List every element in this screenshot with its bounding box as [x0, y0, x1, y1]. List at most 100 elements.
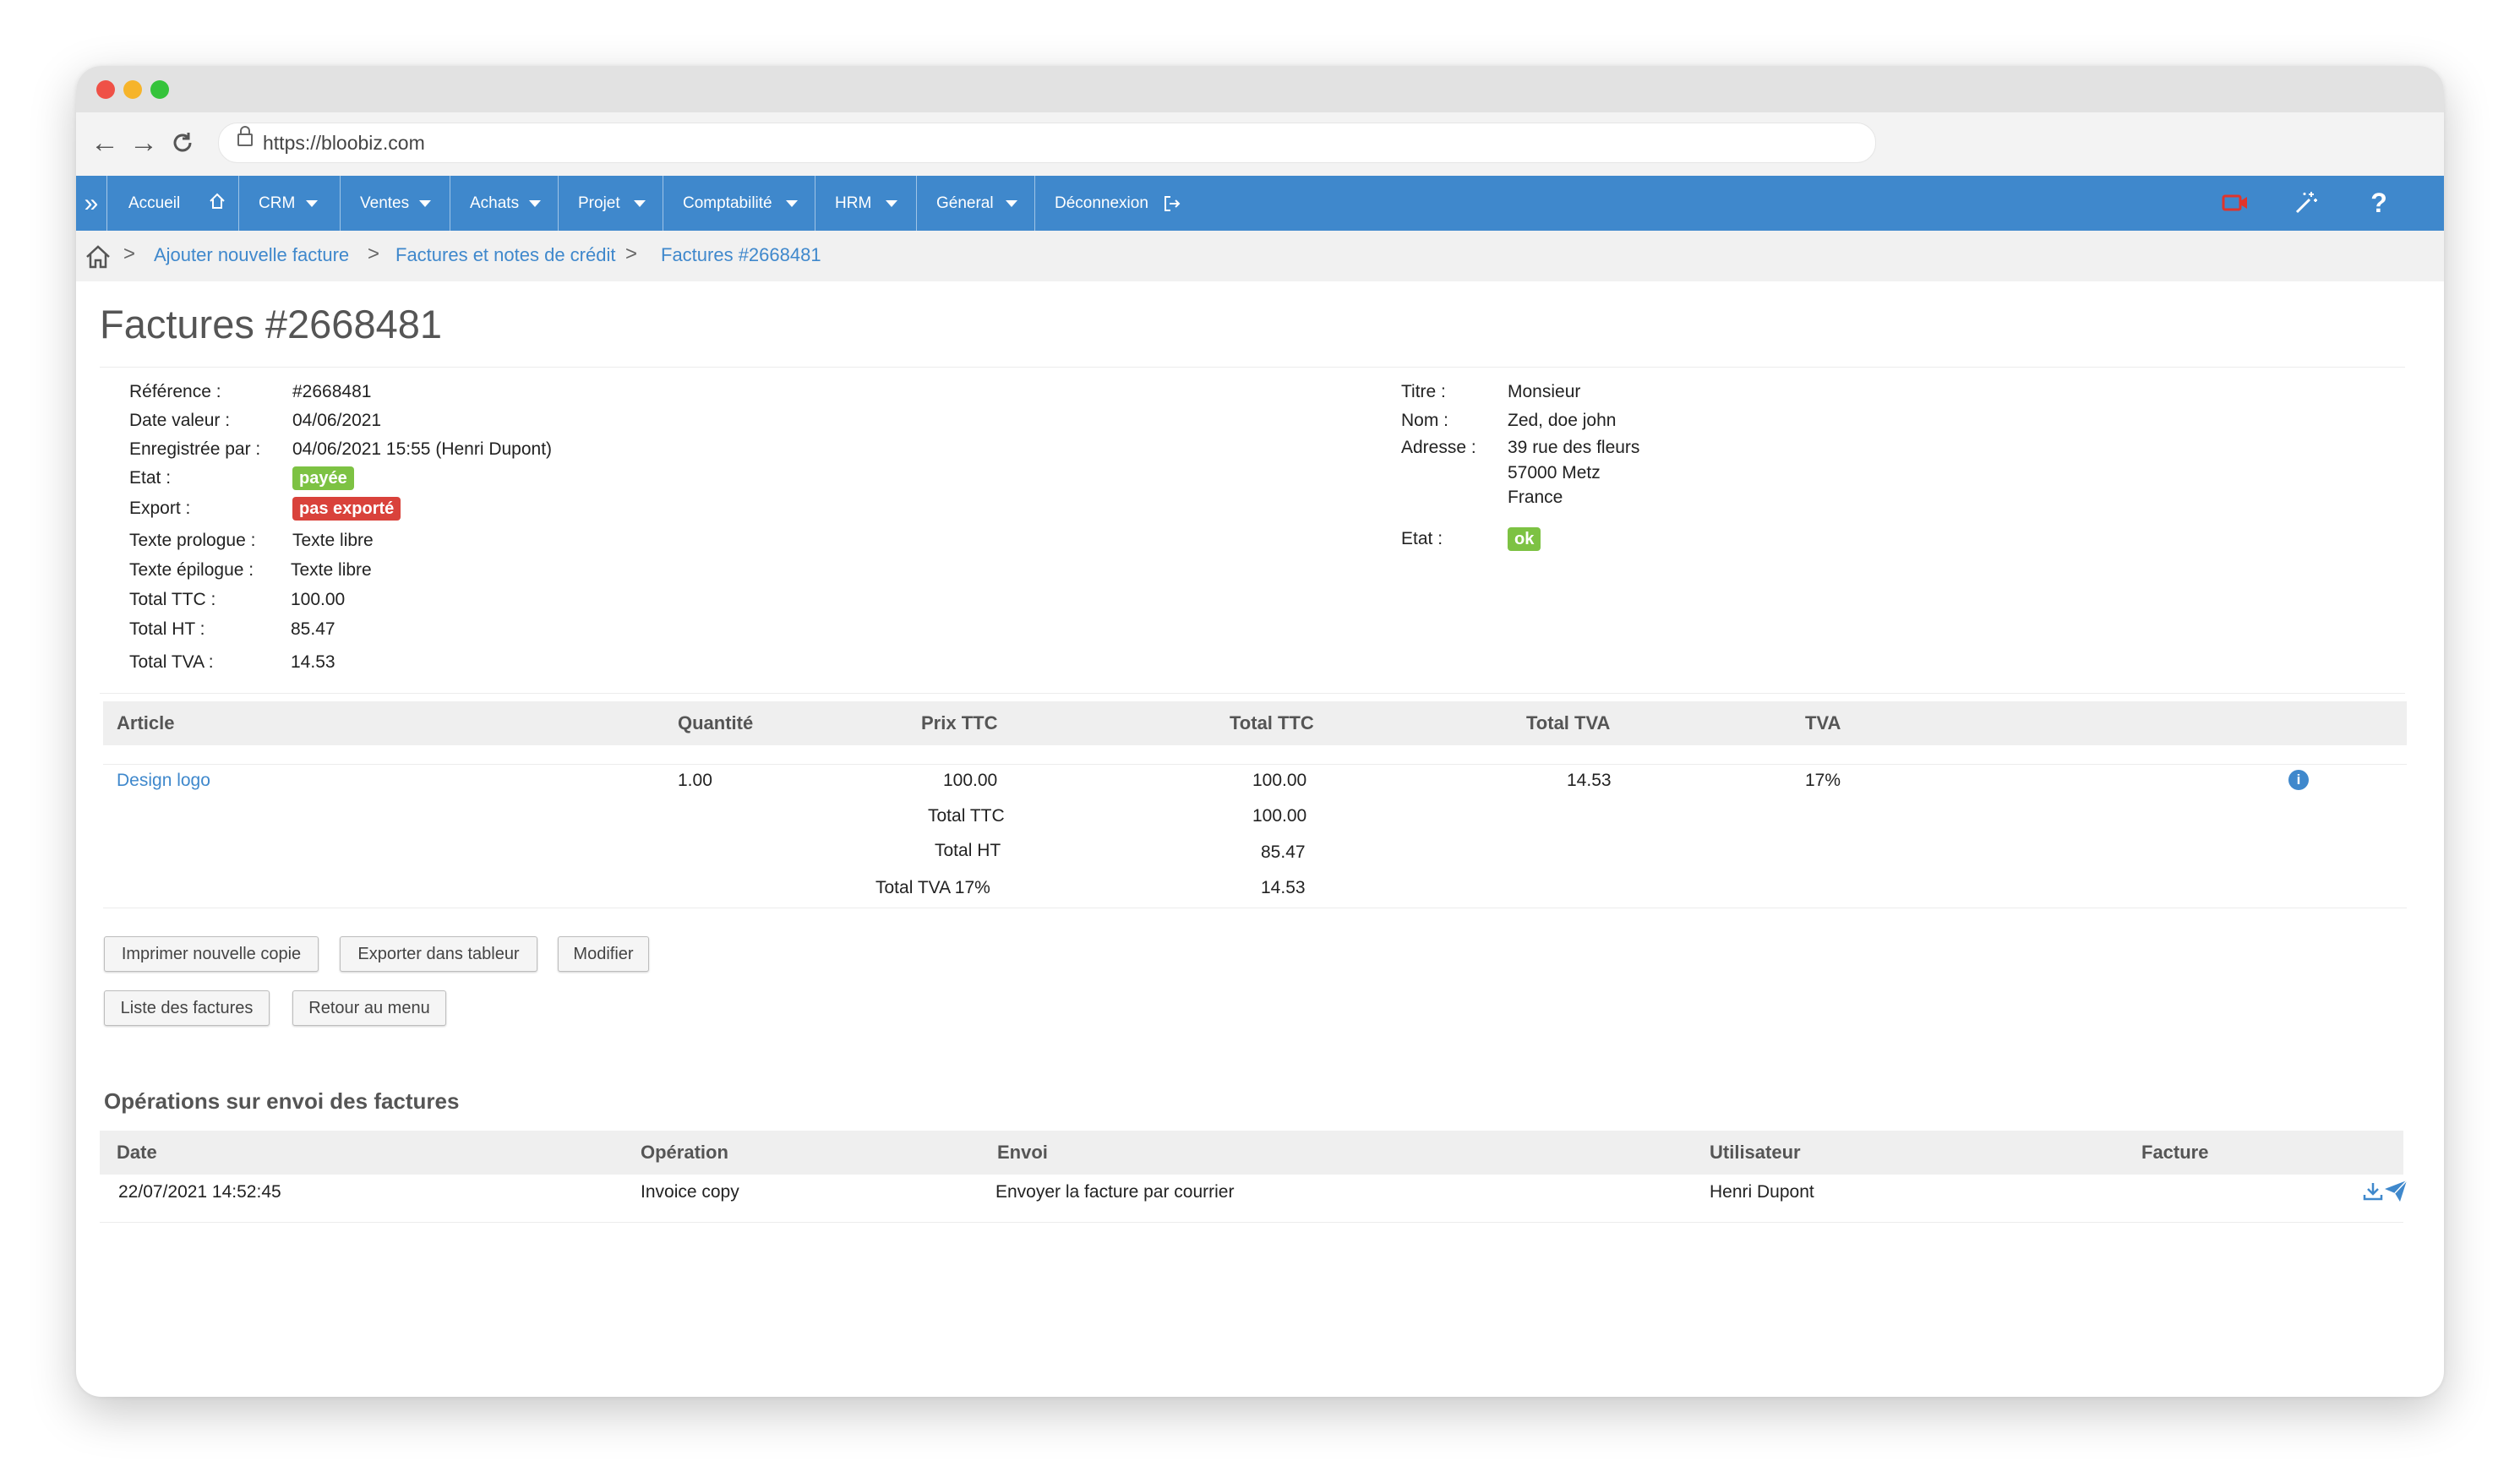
column-header: Facture — [2141, 1142, 2209, 1163]
nav-item-general[interactable]: Géneral — [916, 176, 1035, 231]
nav-item-crm[interactable]: CRM — [238, 176, 341, 231]
nav-item-projet[interactable]: Projet — [558, 176, 663, 231]
browser-toolbar: ← → https://bloobiz.com — [76, 112, 2444, 178]
detail-label: Enregistrée par : — [129, 439, 261, 459]
maximize-window-button[interactable] — [150, 80, 169, 99]
home-icon[interactable] — [85, 244, 112, 270]
divider — [100, 693, 2405, 694]
nav-item-label: Projet — [578, 194, 620, 212]
chevron-down-icon — [529, 200, 541, 207]
quantity-cell: 1.00 — [678, 771, 712, 790]
epilogue-value: Texte libre — [291, 560, 372, 580]
info-icon[interactable]: i — [2288, 770, 2309, 790]
chevron-down-icon — [306, 200, 318, 207]
name-value: Zed, doe john — [1508, 411, 1617, 430]
download-icon[interactable] — [2361, 1180, 2385, 1203]
divider — [100, 367, 2405, 368]
nav-item-hrm[interactable]: HRM — [815, 176, 917, 231]
column-header: Total TTC — [1230, 712, 1314, 733]
operations-table-header — [100, 1131, 2403, 1175]
breadcrumb-link-add-invoice[interactable]: Ajouter nouvelle facture — [154, 244, 349, 266]
column-header: Quantité — [678, 712, 754, 733]
total-ht-value: 85.47 — [291, 619, 335, 639]
nav-item-comptabilite[interactable]: Comptabilité — [663, 176, 815, 231]
help-icon[interactable]: ? — [2358, 176, 2400, 231]
detail-label: Etat : — [1401, 529, 1443, 548]
total-label: Total HT — [935, 841, 1001, 860]
column-header: Article — [117, 712, 175, 733]
modify-button[interactable]: Modifier — [558, 936, 649, 972]
breadcrumb-link-invoices[interactable]: Factures et notes de crédit — [395, 244, 615, 266]
close-window-button[interactable] — [96, 80, 115, 99]
prologue-value: Texte libre — [292, 531, 374, 550]
detail-label: Total TTC : — [129, 590, 216, 609]
browser-window: ← → https://bloobiz.com » Accueil CRM Ve… — [76, 66, 2444, 1397]
total-label: Total TTC — [928, 806, 1005, 826]
column-header: Utilisateur — [1710, 1142, 1801, 1163]
nav-item-label: HRM — [835, 194, 872, 212]
back-arrow-icon[interactable]: ← — [86, 124, 123, 161]
url-text: https://bloobiz.com — [263, 132, 425, 154]
home-icon — [210, 193, 225, 209]
breadcrumb-current[interactable]: Factures #2668481 — [661, 244, 821, 266]
divider — [103, 764, 2407, 765]
nav-item-label: Achats — [470, 194, 520, 212]
total-value: 14.53 — [1261, 878, 1306, 897]
chevron-down-icon — [419, 200, 431, 207]
nav-item-label: Géneral — [936, 194, 994, 212]
breadcrumb-separator-icon: > — [368, 243, 380, 265]
operation-date-cell: 22/07/2021 14:52:45 — [118, 1182, 281, 1202]
article-link[interactable]: Design logo — [117, 771, 210, 791]
column-header: TVA — [1805, 712, 1841, 733]
export-spreadsheet-button[interactable]: Exporter dans tableur — [340, 936, 537, 972]
nav-item-ventes[interactable]: Ventes — [340, 176, 450, 231]
column-header: Date — [117, 1142, 157, 1163]
title-value: Monsieur — [1508, 382, 1581, 401]
nav-item-deconnexion[interactable]: Déconnexion — [1034, 176, 1186, 231]
recorded-by-value: 04/06/2021 15:55 (Henri Dupont) — [292, 439, 553, 459]
total-value: 100.00 — [1252, 806, 1307, 826]
detail-label: Nom : — [1401, 411, 1449, 430]
nav-item-label: Accueil — [128, 194, 181, 212]
nav-item-accueil[interactable]: Accueil — [106, 176, 239, 231]
customer-status-badge: ok — [1508, 527, 1541, 551]
breadcrumb: > Ajouter nouvelle facture > Factures et… — [76, 231, 2444, 281]
lock-icon — [237, 126, 253, 146]
column-header: Envoi — [997, 1142, 1048, 1163]
nav-item-achats[interactable]: Achats — [450, 176, 559, 231]
column-header: Prix TTC — [921, 712, 998, 733]
detail-label: Etat : — [129, 468, 172, 488]
menu-toggle-button[interactable]: » — [76, 176, 107, 231]
total-ttc-cell: 100.00 — [1252, 771, 1307, 790]
send-icon[interactable] — [2383, 1178, 2408, 1203]
operations-section-title: Opérations sur envoi des factures — [104, 1088, 460, 1114]
reference-value: #2668481 — [292, 382, 372, 401]
chevron-down-icon — [1006, 200, 1017, 207]
total-value: 85.47 — [1261, 842, 1306, 862]
date-value: 04/06/2021 — [292, 411, 382, 430]
reload-icon[interactable] — [164, 124, 201, 161]
chevron-down-icon — [786, 200, 798, 207]
back-to-menu-button[interactable]: Retour au menu — [292, 990, 446, 1026]
detail-label: Total TVA : — [129, 652, 214, 672]
page-title: Factures #2668481 — [100, 302, 443, 346]
forward-arrow-icon[interactable]: → — [125, 124, 162, 161]
minimize-window-button[interactable] — [123, 80, 142, 99]
total-tva-value: 14.53 — [291, 652, 335, 672]
detail-label: Export : — [129, 499, 191, 518]
invoice-list-button[interactable]: Liste des factures — [104, 990, 270, 1026]
logout-icon — [1165, 196, 1181, 211]
export-status-badge: pas exporté — [292, 497, 401, 521]
nav-item-label: Déconnexion — [1055, 194, 1148, 212]
total-ttc-value: 100.00 — [291, 590, 346, 609]
video-camera-icon[interactable] — [2214, 176, 2256, 231]
address-bar[interactable]: https://bloobiz.com — [218, 123, 1876, 163]
total-tva-cell: 14.53 — [1567, 771, 1612, 790]
detail-label: Référence : — [129, 382, 221, 401]
detail-label: Date valeur : — [129, 411, 231, 430]
breadcrumb-separator-icon: > — [123, 243, 136, 265]
price-ttc-cell: 100.00 — [943, 771, 998, 790]
tva-rate-cell: 17% — [1805, 771, 1841, 790]
print-copy-button[interactable]: Imprimer nouvelle copie — [104, 936, 319, 972]
magic-wand-icon[interactable] — [2285, 176, 2327, 231]
